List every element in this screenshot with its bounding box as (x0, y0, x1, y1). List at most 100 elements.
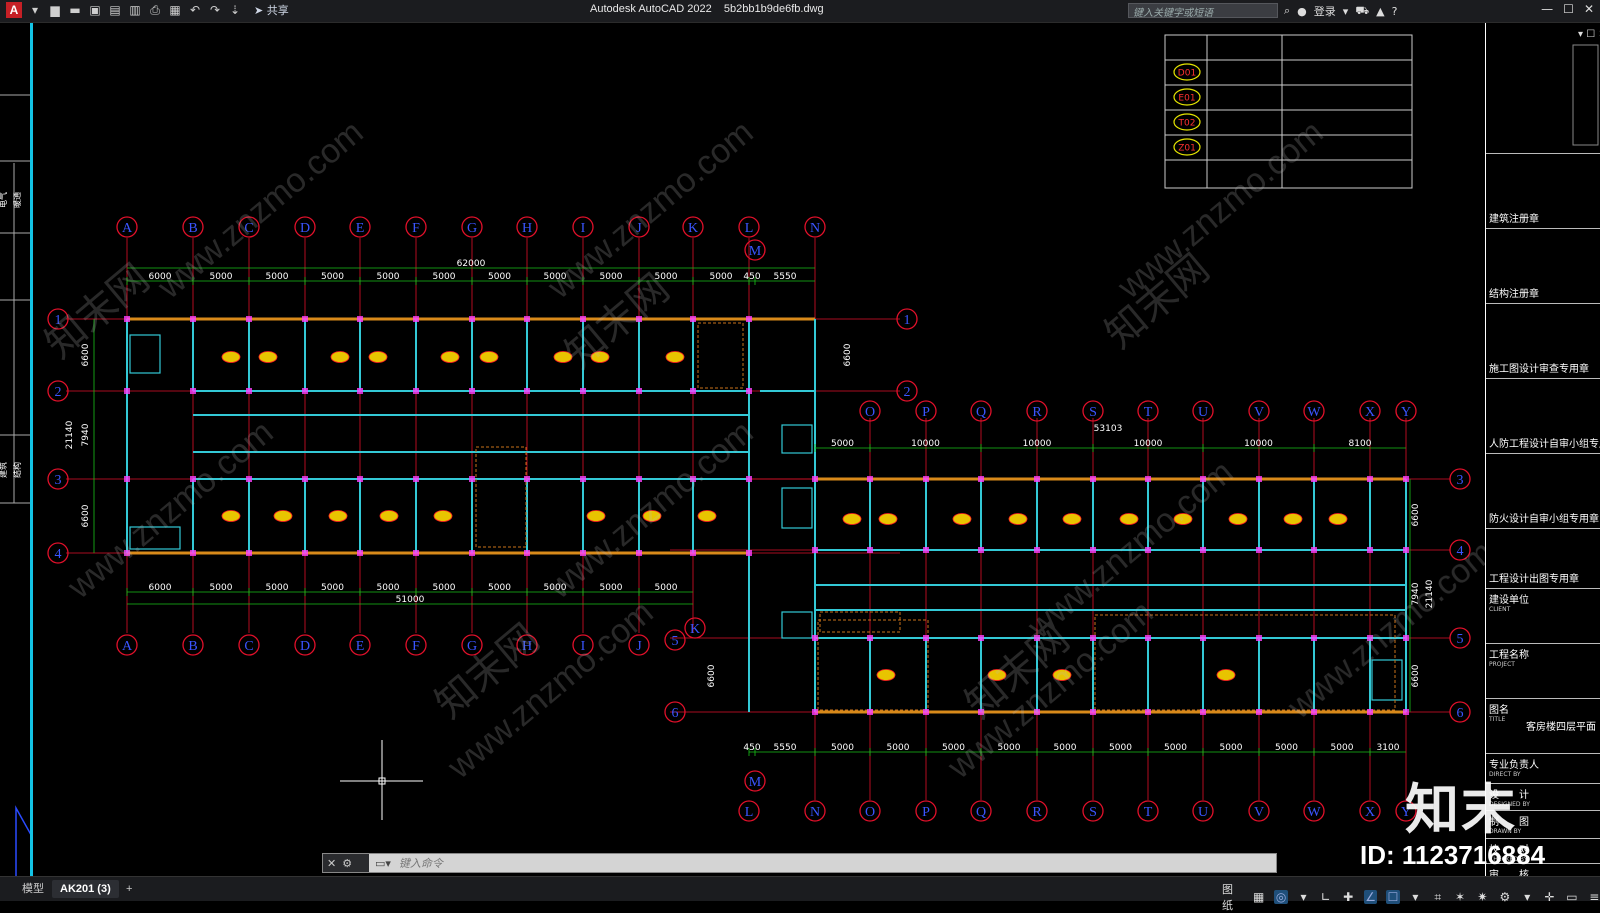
minimize-button[interactable]: — (1541, 2, 1553, 16)
login-button[interactable]: 登录 (1314, 3, 1336, 19)
svg-text:A: A (122, 639, 133, 654)
dim-vertical-lower-label: 6600 (707, 664, 717, 687)
save-as-icon[interactable]: ▤ (108, 3, 122, 17)
column (357, 550, 363, 556)
customization-icon[interactable]: ≡ (1588, 890, 1600, 904)
column (246, 316, 252, 322)
open-file-icon[interactable]: ▬ (68, 3, 82, 17)
search-input[interactable]: 键入关键字或短语 (1128, 3, 1278, 19)
clean-screen-icon[interactable]: ▭ (1565, 890, 1578, 904)
room-tag (1328, 513, 1348, 525)
dim-bottom-left-label: 5000 (600, 583, 623, 593)
room-tag (330, 351, 350, 363)
isodraft-icon[interactable]: ∠ (1363, 890, 1378, 904)
maximize-button[interactable]: ☐ (1563, 2, 1574, 16)
room-tag (1062, 513, 1082, 525)
workspace-gear-icon[interactable]: ⚙ (1498, 890, 1511, 904)
osnap-chevron-icon[interactable]: ▾ (1409, 890, 1422, 904)
column (524, 388, 530, 394)
grid-bubble-bottom: B (182, 634, 204, 656)
snap-chevron-icon[interactable]: ▾ (1297, 890, 1310, 904)
add-layout-button[interactable]: + (118, 880, 140, 898)
column (357, 476, 363, 482)
polar-icon[interactable]: ✚ (1342, 890, 1355, 904)
ortho-icon[interactable]: ∟ (1319, 890, 1332, 904)
furniture-block (475, 446, 527, 548)
grid-bubble-top: K (682, 216, 704, 238)
dim-bottom-left-label: 5000 (210, 583, 233, 593)
annotation-scale-icon[interactable]: ✶ (1453, 890, 1466, 904)
grid-bubble-left: 2 (47, 380, 69, 402)
grid-bubble-bottom-right: Q (970, 800, 992, 822)
customize-icon[interactable]: ⇣ (228, 3, 242, 17)
autocad-logo-button[interactable]: A (6, 2, 22, 18)
redo-icon[interactable]: ↷ (208, 3, 222, 17)
menu-chevron-icon[interactable]: ▾ (28, 3, 42, 17)
help-icon[interactable]: ? (1392, 5, 1398, 18)
title-block-label: 人防工程设计自审小组专用章 (1489, 439, 1600, 450)
user-icon[interactable]: ● (1297, 5, 1307, 18)
snap-icon[interactable]: ◎ (1274, 890, 1288, 904)
column (357, 316, 363, 322)
column (923, 547, 929, 553)
command-input[interactable]: 键入命令 (399, 855, 443, 871)
undo-icon[interactable]: ↶ (188, 3, 202, 17)
grid-bubble-top: G (461, 216, 483, 238)
column (1256, 709, 1262, 715)
column (746, 316, 752, 322)
room-tag (842, 513, 862, 525)
svg-text:H: H (522, 221, 532, 236)
command-line[interactable]: ✕ ⚙ ▭▾ 键入命令 (322, 853, 1277, 873)
title-block-label: 结构注册章 (1489, 289, 1539, 300)
web-mobile-icon[interactable]: ▥ (128, 3, 142, 17)
column (923, 476, 929, 482)
grid-icon[interactable]: ▦ (1252, 890, 1265, 904)
save-icon[interactable]: ▣ (88, 3, 102, 17)
room-tag (440, 351, 460, 363)
login-chevron-icon[interactable]: ▾ (1343, 5, 1349, 18)
stair-lift-box (129, 334, 161, 374)
dim-top-label: 5000 (377, 272, 400, 282)
workspace-chevron-icon[interactable]: ▾ (1521, 890, 1534, 904)
command-close-icon[interactable]: ✕ (327, 857, 336, 870)
print-icon[interactable]: ▦ (168, 3, 182, 17)
share-button[interactable]: ➤ 共享 (254, 2, 289, 18)
new-file-icon[interactable]: ▆ (48, 3, 62, 17)
column (1403, 709, 1409, 715)
close-button[interactable]: ✕ (1584, 2, 1594, 16)
column (1367, 547, 1373, 553)
dim-top-label: 5000 (321, 272, 344, 282)
paper-space-toggle[interactable]: 图纸 (1222, 881, 1243, 913)
room-tag (368, 351, 388, 363)
title-block-sublabel: TITLE (1489, 716, 1506, 723)
selection-cycling-icon[interactable]: ⌗ (1431, 890, 1444, 904)
title-block-label: 工程设计出图专用章 (1489, 574, 1579, 585)
dim-bottom-left-label: 5000 (321, 583, 344, 593)
column (746, 476, 752, 482)
column (1403, 476, 1409, 482)
tab-model[interactable]: 模型 (14, 880, 52, 898)
cart-icon[interactable]: ⛟ (1355, 4, 1369, 19)
column (246, 388, 252, 394)
grid-bubble-m-bottom: M (744, 770, 766, 792)
app-store-icon[interactable]: ▲ (1376, 5, 1384, 18)
osnap-icon[interactable]: ☐ (1386, 890, 1400, 904)
plot-icon[interactable]: ⎙ (148, 3, 162, 17)
room-tag (876, 669, 896, 681)
column (1256, 476, 1262, 482)
search-icon[interactable]: ⌕ (1284, 4, 1290, 18)
units-icon[interactable]: ✛ (1543, 890, 1556, 904)
svg-text:E: E (356, 639, 365, 654)
drawing-canvas[interactable]: D01E01T02Z01 A B C D E F G H I J K L NM123412O P Q R S T U… (0, 23, 1485, 876)
grid-bubble-row5: 5 (664, 629, 686, 651)
svg-text:M: M (749, 244, 762, 259)
column (746, 388, 752, 394)
furniture-block (817, 619, 929, 711)
annotation-visibility-icon[interactable]: ✷ (1476, 890, 1489, 904)
command-prompt-icon[interactable]: ▭▾ (375, 857, 391, 870)
command-customize-icon[interactable]: ⚙ (342, 857, 352, 870)
svg-text:W: W (1307, 805, 1321, 820)
tab-layout-ak201[interactable]: AK201 (3) (52, 880, 119, 898)
column (580, 476, 586, 482)
grid-bubble-top: B (182, 216, 204, 238)
